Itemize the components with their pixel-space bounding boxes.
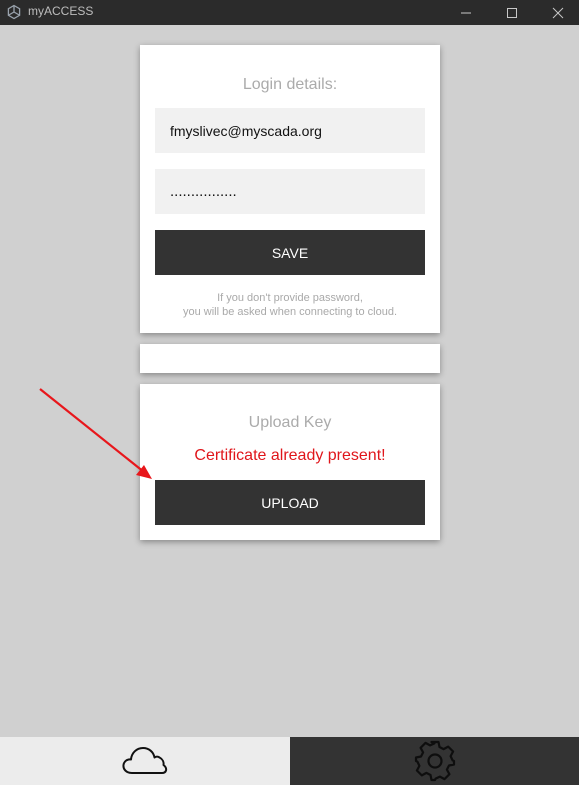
annotation-arrow — [39, 388, 152, 479]
tab-cloud[interactable] — [0, 737, 290, 785]
tab-settings[interactable] — [290, 737, 579, 785]
bottom-tab-bar — [0, 737, 579, 785]
gear-icon — [414, 740, 455, 782]
cloud-icon — [122, 747, 168, 774]
